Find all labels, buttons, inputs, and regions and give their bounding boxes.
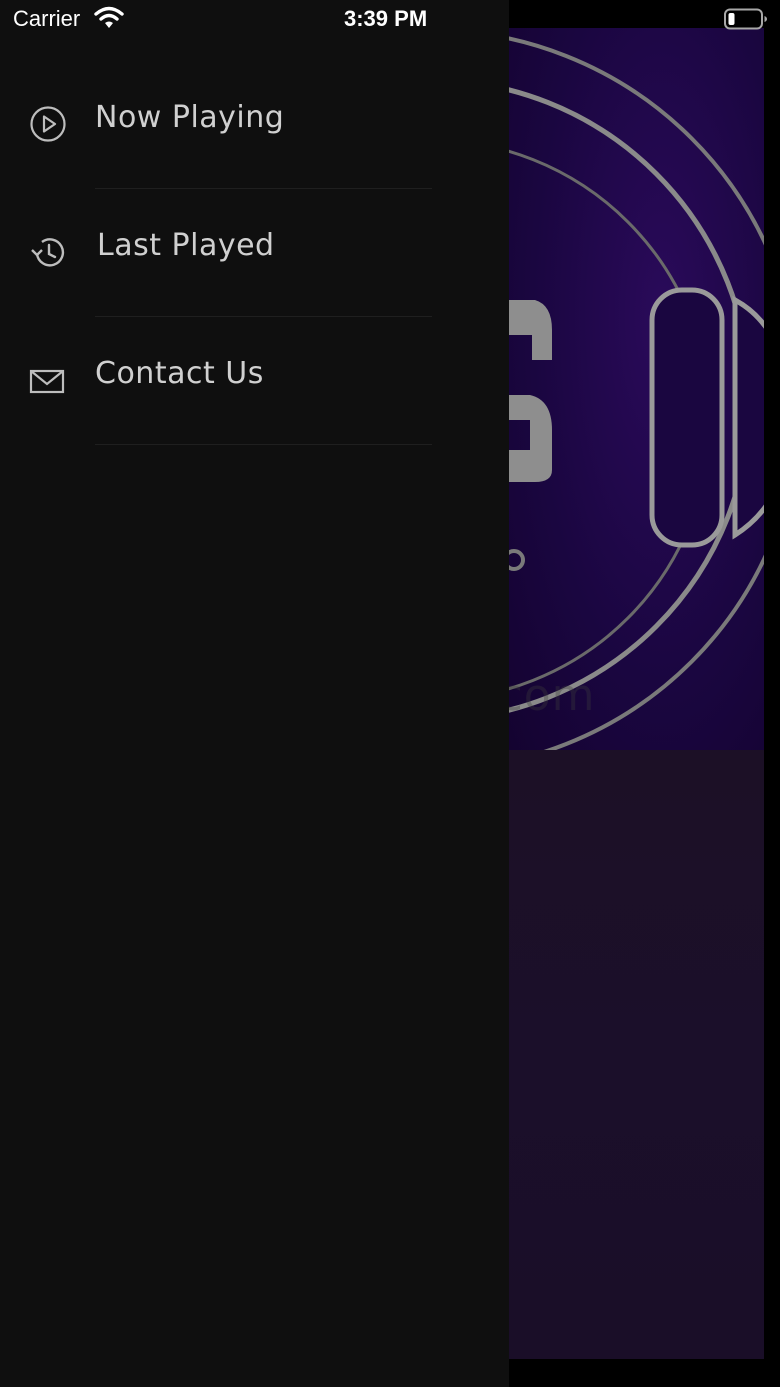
- menu-item-contact-us[interactable]: Contact Us: [0, 316, 509, 444]
- app-screen: UpdateStar.com Now Playing Last Played: [0, 0, 780, 1387]
- status-bar: Carrier 3:39 PM: [0, 0, 780, 40]
- carrier-label: Carrier: [13, 6, 81, 31]
- player-area: [509, 750, 764, 1359]
- menu-item-now-playing[interactable]: Now Playing: [0, 60, 509, 188]
- battery-icon: [724, 8, 767, 30]
- menu-label: Contact Us: [95, 356, 264, 391]
- history-icon: [31, 238, 65, 267]
- play-circle-icon: [30, 106, 66, 142]
- menu-item-last-played[interactable]: Last Played: [0, 188, 509, 316]
- menu-label: Last Played: [97, 228, 275, 263]
- clock: 3:39 PM: [344, 6, 428, 31]
- mail-icon: [29, 369, 65, 394]
- side-menu-drawer: Now Playing Last Played Contact Us: [0, 0, 509, 1387]
- menu-divider: [95, 444, 432, 445]
- menu-label: Now Playing: [95, 100, 285, 135]
- headphones-logo-icon: [509, 36, 764, 750]
- station-artwork: [509, 28, 764, 750]
- wifi-icon: [94, 6, 124, 28]
